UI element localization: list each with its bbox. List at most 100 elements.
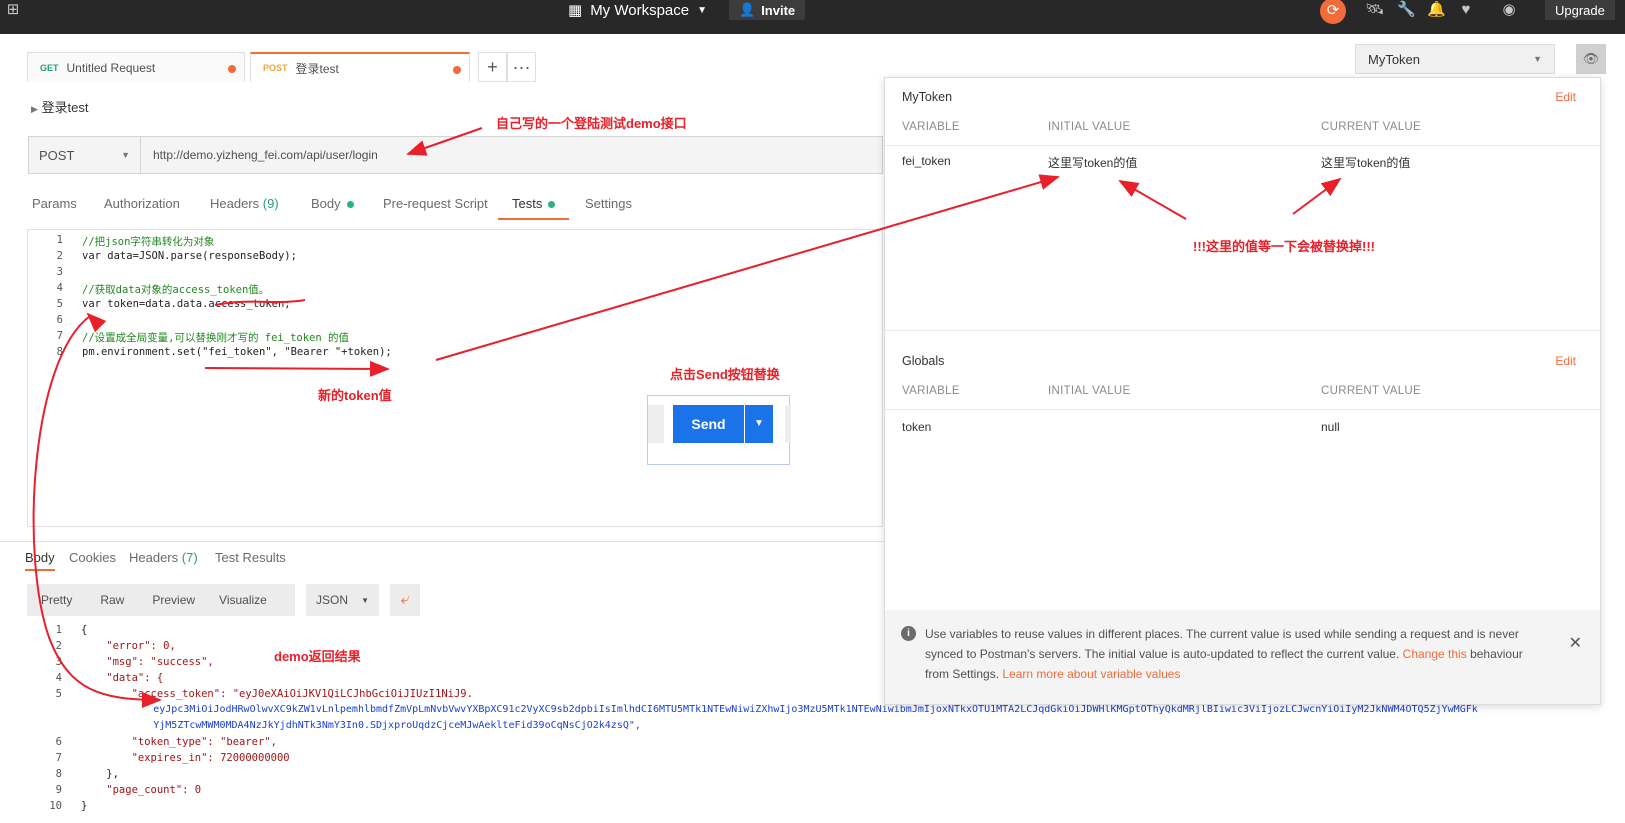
annotation: 新的token值 bbox=[318, 388, 392, 403]
response-tab-headers[interactable]: Headers (7) bbox=[129, 550, 198, 565]
divider bbox=[885, 145, 1600, 146]
code-line: eyJpc3MiOiJodHRwOlwvXC9kZW1vLnlpemhlbmdf… bbox=[81, 704, 1478, 715]
environment-selector[interactable]: MyToken ▼ bbox=[1355, 44, 1555, 74]
code-line: "msg": "success", bbox=[81, 656, 214, 668]
response-tab-test-results[interactable]: Test Results bbox=[215, 550, 286, 565]
new-tab-button[interactable]: + bbox=[478, 52, 507, 82]
tab-prerequest-script[interactable]: Pre-request Script bbox=[383, 196, 488, 220]
tab-headers[interactable]: Headers (9) bbox=[210, 196, 279, 220]
view-visualize[interactable]: Visualize bbox=[219, 593, 267, 607]
code-line: "page_count": 0 bbox=[81, 784, 202, 796]
environment-title: MyToken bbox=[902, 90, 953, 104]
tab-authorization[interactable]: Authorization bbox=[104, 196, 180, 220]
sync-icon[interactable]: ⟳ bbox=[1320, 0, 1346, 24]
annotation: !!!这里的值等一下会被替换掉!!! bbox=[1193, 239, 1375, 254]
upgrade-label: Upgrade bbox=[1555, 2, 1605, 18]
top-bar: ⊞ ▦ My Workspace ▼ 👤 Invite ⟳ 🛰 🔧 🔔 ♥ ◉ … bbox=[0, 0, 1625, 34]
code-line: //设置成全局变量,可以替换刚才写的 fei_token 的值 bbox=[82, 332, 350, 344]
tab-login-test[interactable]: POST 登录test bbox=[250, 52, 470, 82]
send-button[interactable]: Send bbox=[673, 405, 744, 443]
code-line: "expires_in": 72000000000 bbox=[81, 752, 290, 764]
line-number: 7 bbox=[55, 752, 62, 764]
code-line: "token_type": "bearer", bbox=[81, 736, 277, 748]
line-number: 5 bbox=[55, 688, 62, 700]
code-line: } bbox=[81, 800, 88, 812]
tab-label: Authorization bbox=[104, 196, 180, 211]
column-header: VARIABLE bbox=[902, 121, 960, 133]
variable-name: token bbox=[902, 420, 932, 434]
workspace-switcher[interactable]: ▦ My Workspace ▼ bbox=[568, 0, 707, 20]
column-header: INITIAL VALUE bbox=[1048, 385, 1131, 397]
line-number: 1 bbox=[56, 234, 63, 246]
grid-icon: ▦ bbox=[568, 2, 583, 19]
code-line: YjM5ZTcwMWM0MDA4NzJkYjdhNTk3NmY3In0.SDjx… bbox=[81, 720, 641, 731]
response-tab-cookies[interactable]: Cookies bbox=[69, 550, 116, 565]
new-tab-icon[interactable]: ⊞ bbox=[4, 1, 22, 19]
initial-value: 这里写token的值 bbox=[1048, 156, 1138, 170]
eye-icon[interactable]: 👁 bbox=[1576, 44, 1606, 74]
divider bbox=[885, 409, 1600, 410]
view-pretty[interactable]: Pretty bbox=[41, 593, 72, 607]
method-label: POST bbox=[39, 147, 75, 163]
tab-label: Pre-request Script bbox=[383, 196, 488, 211]
code-line: "data": { bbox=[81, 672, 164, 684]
tab-tests[interactable]: Tests bbox=[498, 196, 570, 220]
tab-label: Body bbox=[25, 550, 55, 565]
invite-button[interactable]: 👤 Invite bbox=[729, 0, 806, 20]
caret-down-icon: ▼ bbox=[361, 595, 369, 605]
line-number: 8 bbox=[55, 768, 62, 780]
view-preview[interactable]: Preview bbox=[152, 593, 195, 607]
column-header: CURRENT VALUE bbox=[1321, 385, 1421, 397]
edit-environment-link[interactable]: Edit bbox=[1555, 90, 1576, 104]
code-line: //获取data对象的access_token值。 bbox=[82, 284, 270, 296]
tab-label: Tests bbox=[512, 196, 543, 211]
line-number: 3 bbox=[56, 266, 63, 278]
tab-label: Headers bbox=[210, 196, 260, 211]
annotation: 点击Send按钮替换 bbox=[670, 367, 780, 382]
code-line: { bbox=[81, 624, 88, 636]
wrap-lines-icon[interactable]: ⤶ bbox=[390, 584, 420, 616]
tab-label: Untitled Request bbox=[66, 60, 156, 75]
tab-label: Test Results bbox=[215, 550, 286, 565]
line-number: 4 bbox=[55, 672, 62, 684]
avatar[interactable]: ◉ bbox=[1500, 1, 1518, 19]
response-tab-body[interactable]: Body bbox=[25, 550, 55, 571]
line-number: 3 bbox=[55, 656, 62, 668]
headers-count: (7) bbox=[181, 550, 198, 565]
tab-untitled-request[interactable]: GET Untitled Request bbox=[27, 52, 245, 82]
heart-icon[interactable]: ♥ bbox=[1457, 1, 1475, 19]
send-options-button[interactable]: ▼ bbox=[745, 405, 773, 443]
format-label: JSON bbox=[316, 593, 349, 607]
invite-label: Invite bbox=[761, 2, 796, 18]
current-value: 这里写token的值 bbox=[1321, 156, 1411, 170]
tab-body[interactable]: Body bbox=[311, 196, 354, 220]
url-input[interactable]: http://demo.yizheng_fei.com/api/user/log… bbox=[141, 136, 883, 174]
annotation: demo返回结果 bbox=[274, 649, 361, 664]
caret-right-icon[interactable]: ▶ bbox=[31, 104, 38, 114]
satellite-icon[interactable]: 🛰 bbox=[1365, 1, 1384, 19]
code-line: //把json字符串转化为对象 bbox=[82, 236, 215, 248]
tab-settings[interactable]: Settings bbox=[585, 196, 632, 220]
line-number: 8 bbox=[56, 346, 63, 358]
close-icon[interactable]: ✕ bbox=[1569, 634, 1582, 654]
more-tabs-button[interactable]: ··· bbox=[507, 52, 536, 82]
column-header: INITIAL VALUE bbox=[1048, 121, 1131, 133]
bell-icon[interactable]: 🔔 bbox=[1427, 1, 1446, 19]
upgrade-button[interactable]: Upgrade bbox=[1545, 0, 1615, 20]
view-raw[interactable]: Raw bbox=[100, 593, 124, 607]
workspace-name: My Workspace bbox=[590, 1, 690, 19]
method-select[interactable]: POST ▼ bbox=[28, 136, 141, 174]
learn-more-link[interactable]: Learn more about variable values bbox=[1002, 667, 1180, 681]
column-header: VARIABLE bbox=[902, 385, 960, 397]
wrench-icon[interactable]: 🔧 bbox=[1397, 1, 1416, 19]
environment-quick-look: MyToken Edit VARIABLE INITIAL VALUE CURR… bbox=[884, 77, 1601, 705]
caret-down-icon: ▼ bbox=[121, 150, 130, 160]
line-number: 7 bbox=[56, 330, 63, 342]
edit-globals-link[interactable]: Edit bbox=[1555, 354, 1576, 368]
format-select[interactable]: JSON ▼ bbox=[306, 584, 379, 616]
line-number: 4 bbox=[56, 282, 63, 294]
line-number: 9 bbox=[55, 784, 62, 796]
change-this-link[interactable]: Change this bbox=[1403, 647, 1467, 661]
info-banner: i Use variables to reuse values in diffe… bbox=[885, 610, 1600, 704]
tab-params[interactable]: Params bbox=[32, 196, 77, 220]
